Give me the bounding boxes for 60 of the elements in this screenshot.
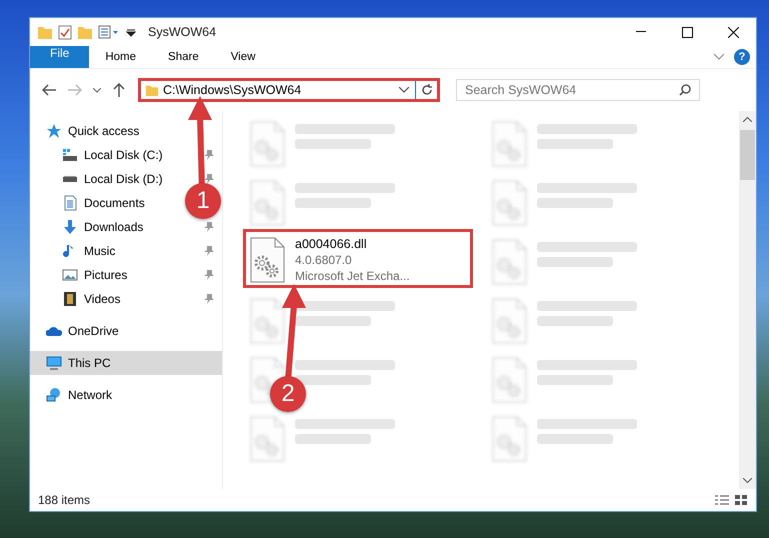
folder-icon (145, 83, 159, 97)
address-bar[interactable]: C:\Windows\SysWOW64 (138, 78, 440, 102)
nav-item[interactable]: OneDrive (30, 319, 222, 343)
scrollbar[interactable] (739, 111, 756, 489)
settings-file-icon (491, 180, 527, 226)
settings-file-icon (249, 121, 285, 167)
ribbon-tab[interactable]: File (30, 46, 90, 68)
search-field[interactable]: Search SysWOW64 (457, 83, 679, 97)
scroll-thumb[interactable] (740, 130, 755, 180)
settings-file-icon (249, 298, 285, 344)
ribbon-tab[interactable]: Share (152, 46, 215, 68)
settings-file-icon (491, 121, 527, 167)
nav-item[interactable]: Pictures (30, 263, 222, 287)
forward-arrow-icon (68, 84, 82, 96)
drive-icon (62, 147, 78, 163)
film-icon (62, 291, 78, 307)
down-arrow-icon (62, 219, 78, 235)
chevron-up-icon (743, 117, 752, 122)
nav-item[interactable]: This PC (30, 351, 222, 375)
settings-file-icon (491, 416, 527, 462)
drive-icon (62, 176, 78, 182)
caret-icon (93, 88, 101, 92)
picture-icon (62, 267, 78, 283)
monitor-icon (46, 355, 62, 371)
details-view-icon[interactable] (714, 494, 730, 506)
window-title: SysWOW64 (148, 25, 216, 39)
search-box[interactable]: Search SysWOW64 (456, 79, 700, 101)
list-icon[interactable] (98, 24, 120, 40)
minimize-icon (636, 31, 646, 33)
tiles-view-icon[interactable] (734, 494, 748, 506)
path-input[interactable]: C:\Windows\SysWOW64 (159, 83, 399, 97)
ribbon-tab[interactable]: Home (89, 46, 152, 68)
file-item[interactable]: a0004066.dll 4.0.6807.0 Microsoft Jet Excha... (243, 229, 473, 288)
settings-file-icon (249, 416, 285, 462)
settings-file-icon (491, 357, 527, 403)
nav-item[interactable]: Local Disk (C:) (30, 143, 222, 167)
status-text: 188 items (38, 493, 90, 507)
chevron-down-icon (743, 478, 752, 483)
back-arrow-icon (42, 84, 56, 96)
up-arrow-icon (113, 83, 125, 97)
star-icon (46, 123, 62, 139)
chevron-down-icon[interactable] (399, 87, 409, 93)
nav-item[interactable]: Music (30, 239, 222, 263)
network-icon (46, 387, 62, 403)
maximize-icon (682, 26, 692, 38)
help-button[interactable]: ? (734, 49, 750, 65)
nav-item[interactable]: Network (30, 383, 222, 407)
search-icon (679, 84, 691, 96)
close-icon (728, 26, 738, 38)
document-icon (62, 195, 78, 211)
folder-icon (38, 24, 52, 40)
settings-file-icon (249, 237, 285, 283)
settings-file-icon (491, 239, 527, 285)
settings-file-icon (491, 298, 527, 344)
nav-item[interactable]: Quick access (30, 119, 222, 143)
refresh-icon (420, 84, 432, 96)
nav-item[interactable]: Videos (30, 287, 222, 311)
properties-icon[interactable] (58, 24, 72, 40)
ribbon-tab[interactable]: View (214, 46, 272, 68)
settings-file-icon (249, 180, 285, 226)
